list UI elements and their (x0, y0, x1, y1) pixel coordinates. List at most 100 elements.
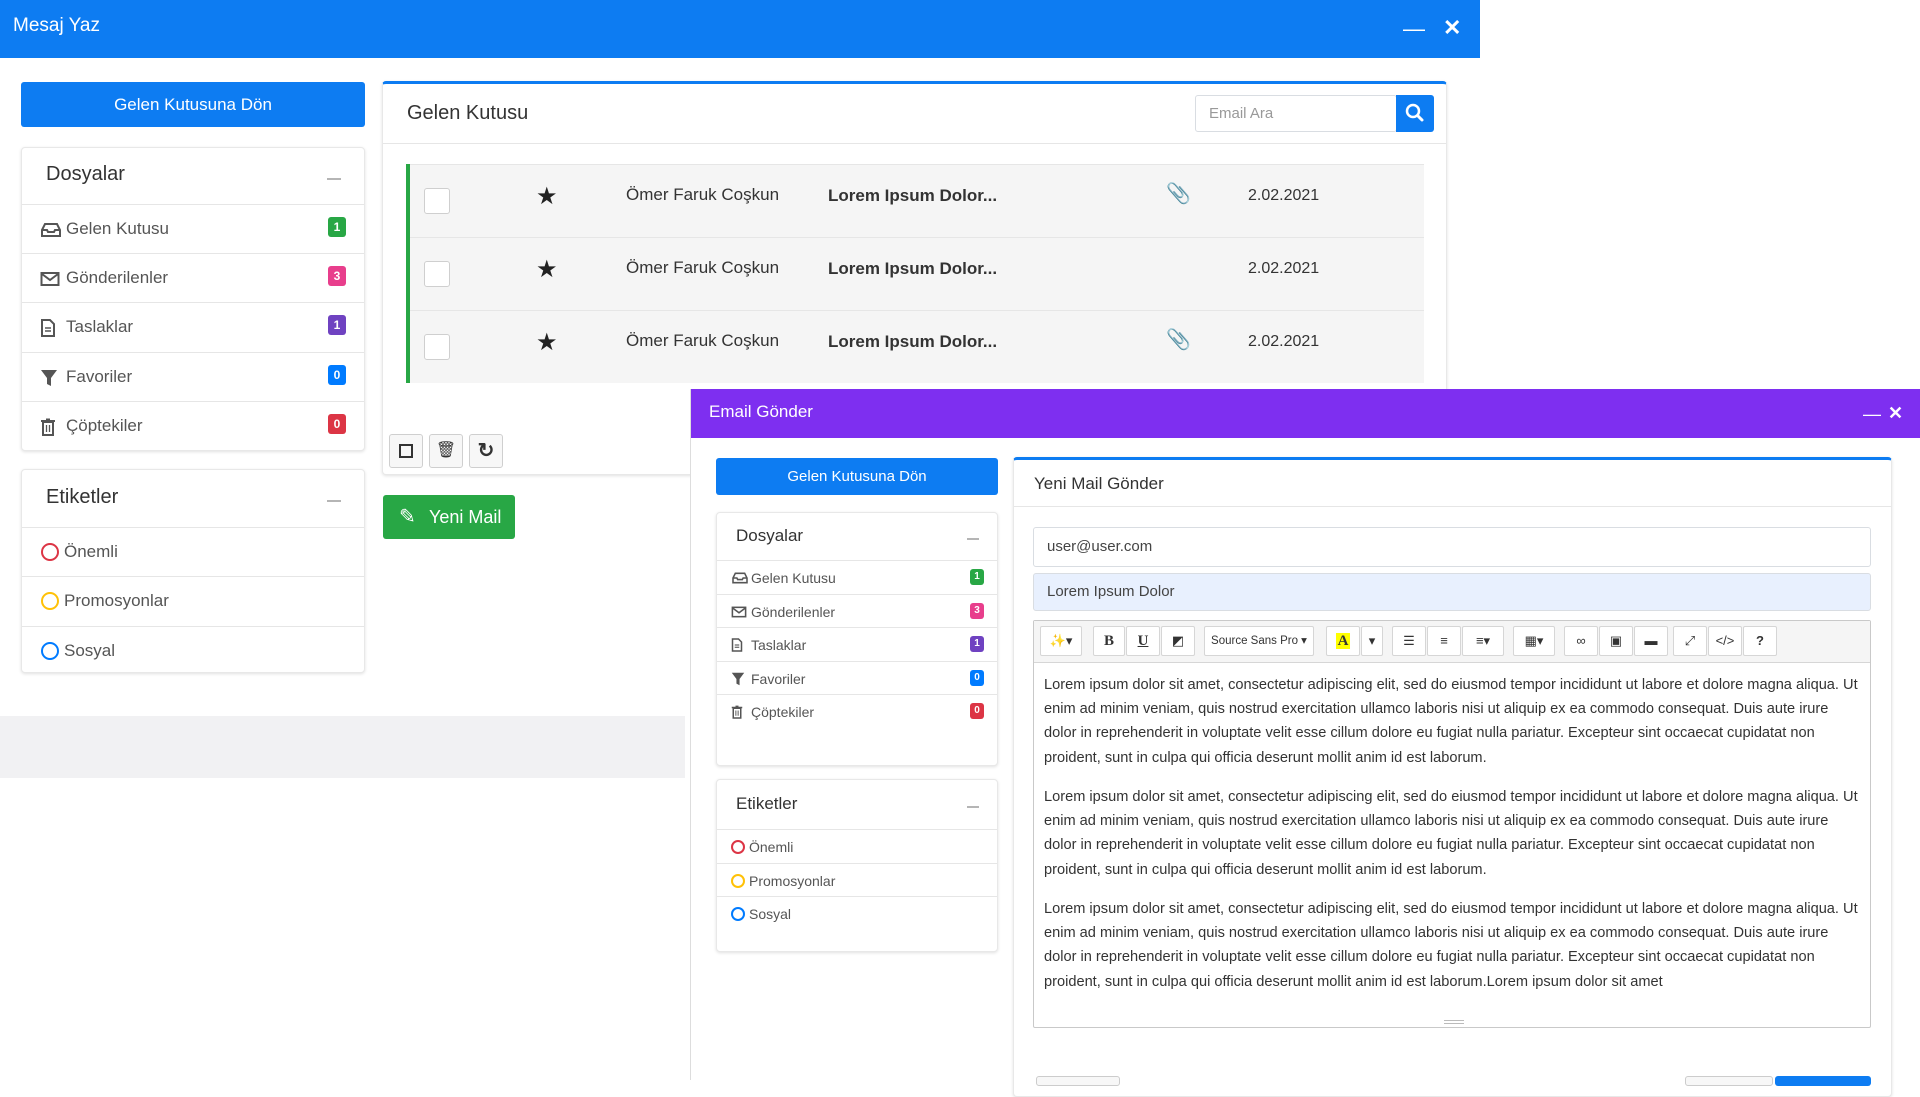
collapse-icon[interactable] (327, 500, 341, 502)
back-to-inbox-button[interactable]: Gelen Kutusuna Dön (716, 458, 998, 495)
font-family-value: Source Sans Pro (1211, 635, 1298, 647)
picture-button[interactable]: ▣ (1599, 626, 1633, 656)
circle-icon (731, 840, 745, 854)
trash-icon: 🗑 (435, 442, 457, 459)
draft-button[interactable] (1685, 1076, 1773, 1086)
inbox-icon (40, 221, 62, 244)
circle-icon (41, 592, 59, 611)
collapse-icon[interactable] (327, 178, 341, 180)
label-item[interactable]: Sosyal (717, 897, 997, 931)
search-input[interactable]: Email Ara (1195, 95, 1397, 132)
labels-header[interactable]: Etiketler (717, 780, 997, 830)
send-button[interactable] (1775, 1076, 1871, 1086)
eraser-icon: ◩ (1171, 633, 1185, 648)
underline-button[interactable]: U (1126, 626, 1160, 656)
ordered-list-button[interactable]: ≡ (1427, 626, 1461, 656)
folder-item[interactable]: Gönderilenler 3 (717, 595, 997, 629)
paperclip-icon: 📎 (1166, 329, 1191, 351)
folder-item[interactable]: Favoriler 0 (717, 662, 997, 696)
style-dropdown[interactable]: ✨▾ (1040, 626, 1082, 656)
table-dropdown[interactable]: ▦▾ (1513, 626, 1555, 656)
link-button[interactable]: ∞ (1564, 626, 1598, 656)
star-icon[interactable]: ★ (536, 255, 558, 284)
label-item[interactable]: Promosyonlar (22, 577, 364, 627)
fullscreen-button[interactable]: ⤢ (1673, 626, 1707, 656)
color-dropdown[interactable]: ▾ (1361, 626, 1383, 656)
close-icon[interactable]: ✕ (1443, 17, 1461, 39)
folder-item[interactable]: Gönderilenler 3 (22, 254, 364, 304)
star-icon[interactable]: ★ (536, 182, 558, 211)
close-icon[interactable]: ✕ (1888, 402, 1903, 424)
folder-item[interactable]: Gelen Kutusu 1 (22, 205, 364, 255)
folder-item[interactable]: Çöptekiler 0 (717, 695, 997, 729)
folders-list: Gelen Kutusu 1 Gönderilenler 3 Taslaklar 1 Fav… (22, 205, 364, 451)
body-paragraph[interactable]: Lorem ipsum dolor sit amet, consectetur … (1044, 673, 1864, 770)
row-checkbox[interactable] (424, 261, 450, 287)
label-item[interactable]: Önemli (22, 528, 364, 578)
delete-button[interactable]: 🗑 (429, 434, 463, 468)
minimize-icon[interactable]: — (1403, 18, 1425, 40)
folder-item[interactable]: Gelen Kutusu 1 (717, 561, 997, 595)
text-color-icon: A (1335, 633, 1351, 649)
mail-row[interactable]: ★ Ömer Faruk Coşkun Lorem Ipsum Dolor... 📎 2… (406, 164, 1424, 237)
label-item[interactable]: Sosyal (22, 627, 364, 676)
subject-input[interactable]: Lorem Ipsum Dolor (1033, 573, 1871, 611)
circle-icon (41, 543, 59, 561)
folder-item[interactable]: Favoriler 0 (22, 353, 364, 402)
body-paragraph[interactable]: Lorem ipsum dolor sit amet, consectetur … (1044, 785, 1864, 882)
select-all-button[interactable] (389, 434, 423, 468)
search-button[interactable] (1396, 95, 1434, 132)
folders-header[interactable]: Dosyalar (717, 513, 997, 561)
minimize-icon[interactable]: — (1863, 403, 1881, 425)
video-button[interactable]: ▬ (1634, 626, 1668, 656)
help-button[interactable]: ? (1743, 626, 1777, 656)
paragraph-dropdown[interactable]: ≡▾ (1462, 626, 1504, 656)
font-family-dropdown[interactable]: Source Sans Pro ▾ (1204, 626, 1314, 656)
window-titlebar[interactable]: Mesaj Yaz — ✕ (0, 0, 1480, 58)
collapse-icon[interactable] (967, 806, 979, 808)
clear-format-button[interactable]: ◩ (1161, 626, 1195, 656)
mail-row[interactable]: ★ Ömer Faruk Coşkun Lorem Ipsum Dolor... 2.… (406, 237, 1424, 310)
row-checkbox[interactable] (424, 334, 450, 360)
checkbox-icon (399, 443, 413, 458)
star-icon[interactable]: ★ (536, 328, 558, 357)
label-item[interactable]: Önemli (717, 830, 997, 864)
new-mail-button[interactable]: ✎ Yeni Mail (383, 495, 515, 539)
text-color-button[interactable]: A (1326, 626, 1360, 656)
trash-icon (41, 418, 55, 436)
window-footer (0, 716, 685, 778)
folder-item[interactable]: Çöptekiler 0 (22, 402, 364, 451)
collapse-icon[interactable] (967, 538, 979, 540)
labels-header[interactable]: Etiketler (22, 470, 364, 528)
count-badge: 0 (970, 669, 984, 686)
label-item[interactable]: Promosyonlar (717, 864, 997, 897)
mail-row[interactable]: ★ Ömer Faruk Coşkun Lorem Ipsum Dolor... 📎 2… (406, 310, 1424, 383)
trash-icon (40, 418, 56, 441)
label-text: Önemli (749, 839, 794, 855)
folders-list: Gelen Kutusu 1 Gönderilenler 3 Taslaklar 1 Fav… (717, 561, 997, 729)
row-checkbox[interactable] (424, 188, 450, 214)
body-paragraph[interactable]: Lorem ipsum dolor sit amet, consectetur … (1044, 897, 1864, 994)
bullet-list-button[interactable]: ☰ (1392, 626, 1426, 656)
to-input[interactable]: user@user.com (1033, 527, 1871, 567)
filter-icon (731, 672, 745, 686)
folder-item[interactable]: Taslaklar 1 (717, 628, 997, 662)
folders-header[interactable]: Dosyalar (22, 148, 364, 205)
magic-icon: ✨▾ (1049, 633, 1073, 648)
code-view-button[interactable]: </> (1708, 626, 1742, 656)
link-icon: ∞ (1576, 633, 1586, 648)
bold-button[interactable]: B (1093, 626, 1125, 656)
mail-subject: Lorem Ipsum Dolor... (828, 186, 998, 205)
folder-label: Çöptekiler (751, 704, 815, 721)
refresh-button[interactable]: ↻ (469, 434, 503, 468)
align-icon: ≡▾ (1475, 633, 1491, 648)
back-to-inbox-button[interactable]: Gelen Kutusuna Dön (21, 82, 365, 127)
resize-handle[interactable] (1444, 1020, 1464, 1024)
discard-button[interactable] (1036, 1076, 1120, 1086)
labels-title: Etiketler (46, 486, 119, 508)
list-ol-icon: ≡ (1440, 633, 1448, 648)
window-titlebar[interactable]: Email Gönder — ✕ (691, 389, 1920, 438)
folder-label: Gönderilenler (751, 603, 836, 620)
folder-item[interactable]: Taslaklar 1 (22, 303, 364, 353)
mail-sender: Ömer Faruk Coşkun (626, 331, 780, 350)
